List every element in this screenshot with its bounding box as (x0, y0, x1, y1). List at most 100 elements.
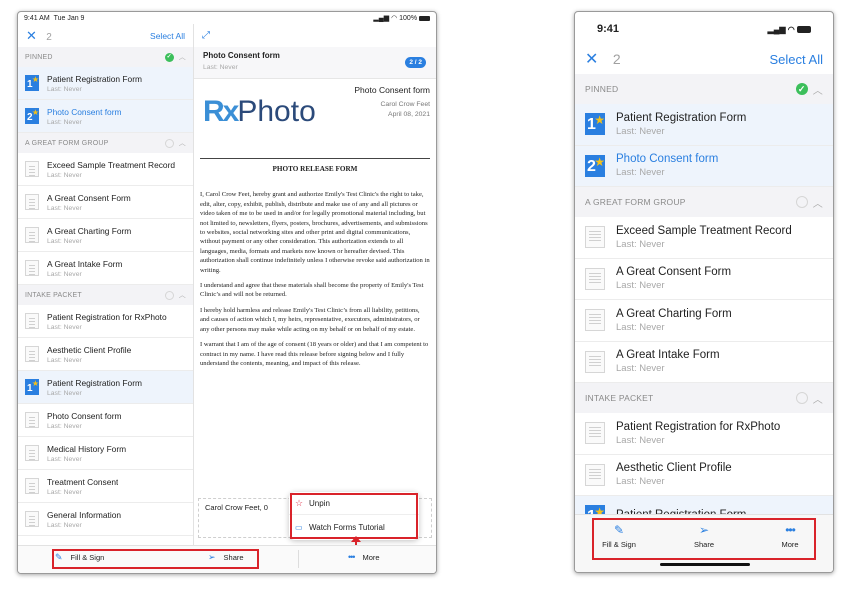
item-title: A Great Intake Form (616, 349, 720, 362)
star-icon: ★ (594, 113, 605, 128)
list-item[interactable]: Patient Registration for RxPhoto Last: Ne… (575, 413, 833, 455)
item-text: A Great Charting Form Last: Never (616, 308, 732, 333)
list-item[interactable]: A Great Consent Form Last: Never (18, 186, 193, 219)
list-item[interactable]: 1★Patient Registration Form (575, 496, 833, 516)
detail-title: Photo Consent form (203, 51, 280, 60)
item-subtitle: Last: Never (47, 118, 82, 126)
item-subtitle: Last: Never (616, 434, 665, 446)
select-circle-icon[interactable] (164, 290, 174, 300)
menu-highlight (290, 493, 418, 539)
form-list: PINNED ✓ ︿ 1 ★ Patient Registration Form Last:… (575, 74, 833, 516)
list-item[interactable]: Patient Registration for RxPhoto Last: Ne… (18, 305, 193, 338)
document-icon (585, 463, 605, 486)
list-item[interactable]: General Information Last: Never (18, 503, 193, 536)
list-item[interactable]: Exceed Sample Treatment Record Last: Neve… (575, 217, 833, 259)
item-text: Exceed Sample Treatment Record Last: Neve… (616, 225, 792, 250)
arrow-head-icon (351, 536, 361, 542)
document-icon (25, 194, 39, 210)
chevron-up-icon[interactable]: ︿ (813, 391, 823, 406)
list-item[interactable]: Photo Consent form Last: Never (18, 404, 193, 437)
chevron-up-icon[interactable]: ︿ (179, 138, 186, 148)
section-title: PINNED (585, 84, 619, 94)
list-item[interactable]: Aesthetic Client Profile Last: Never (575, 455, 833, 496)
section-header: PINNED ✓ ︿ (18, 47, 193, 67)
item-title: A Great Intake Form (47, 258, 123, 269)
select-all-button[interactable]: Select All (770, 52, 823, 67)
detail-toolbar: ⤢ (194, 24, 436, 47)
list-item[interactable]: 1 ★ Patient Registration Form Last: Never (18, 67, 193, 100)
iphone-screen: 9:41 ▂▄▆ ◠ ✕ 2 Select All PINNED ✓ ︿ 1 ★ Pati… (574, 11, 834, 573)
form-selected-icon: 1★ (25, 379, 39, 395)
ipad-screen: 9:41 AM Tue Jan 9 ▂▄▆ ◠ 100% ✕ 2 Select … (17, 11, 437, 574)
list-item[interactable]: Exceed Sample Treatment Record Last: Neve… (18, 153, 193, 186)
page-badge: 2 / 2 (405, 57, 426, 68)
more-button[interactable]: ••• More (348, 552, 380, 562)
list-item[interactable]: 2 ★ Photo Consent form Last: Never (575, 145, 833, 187)
item-text: Patient Registration for RxPhoto Last: Ne… (616, 421, 780, 446)
list-item[interactable]: A Great Intake Form Last: Never (18, 252, 193, 285)
item-text: Aesthetic Client Profile Last: Never (616, 462, 732, 487)
close-icon[interactable]: ✕ (26, 28, 37, 43)
item-subtitle: Last: Never (47, 422, 82, 430)
document-icon (585, 226, 605, 249)
item-subtitle: Last: Never (616, 476, 665, 488)
item-title: A Great Consent Form (47, 192, 131, 203)
list-item[interactable]: Aesthetic Client Profile Last: Never (18, 338, 193, 371)
chevron-up-icon[interactable]: ︿ (179, 52, 186, 62)
chevron-up-icon[interactable]: ︿ (813, 195, 823, 210)
select-circle-icon[interactable] (795, 392, 808, 404)
item-subtitle: Last: Never (47, 270, 82, 278)
list-item[interactable]: A Great Charting Form Last: Never (575, 300, 833, 342)
document-icon (25, 260, 39, 276)
selected-count: 2 (612, 51, 621, 67)
item-title: Aesthetic Client Profile (47, 344, 132, 355)
close-icon[interactable]: ✕ (585, 51, 598, 68)
list-item[interactable]: A Great Charting Form Last: Never (18, 219, 193, 252)
document-icon (585, 422, 605, 445)
list-item[interactable]: Medical History Form Last: Never (18, 437, 193, 470)
detail-header: Photo Consent form Last: Never 2 / 2 (194, 47, 436, 79)
section-controls: ︿ (795, 391, 823, 406)
item-text: Aesthetic Client Profile Last: Never (47, 345, 131, 364)
item-subtitle: Last: Never (616, 363, 665, 375)
list-header: ✕ 2 Select All (18, 24, 193, 47)
document-icon (25, 161, 39, 177)
chevron-up-icon[interactable]: ︿ (179, 290, 186, 300)
list-item[interactable]: A Great Intake Form Last: Never (575, 342, 833, 383)
document-icon (25, 346, 39, 362)
select-all-button[interactable]: Select All (150, 31, 185, 41)
list-item[interactable]: A Great Consent Form Last: Never (575, 259, 833, 300)
section-title: A GREAT FORM GROUP (585, 197, 686, 207)
document-icon (25, 227, 39, 243)
section-header: PINNED ✓ ︿ (575, 74, 833, 104)
item-title: Exceed Sample Treatment Record (616, 224, 792, 237)
status-time: 9:41 AM Tue Jan 9 (24, 14, 85, 22)
item-text: Photo Consent form Last: Never (47, 107, 121, 126)
status-time: 9:41 (597, 23, 620, 35)
star-icon: ★ (31, 75, 39, 84)
expand-icon[interactable]: ⤢ (202, 30, 210, 41)
form-selected-icon: 2 ★ (585, 154, 605, 177)
item-text: A Great Consent Form Last: Never (616, 266, 731, 291)
select-circle-icon[interactable] (795, 196, 808, 208)
list-item[interactable]: 1 ★ Patient Registration Form Last: Never (18, 371, 193, 404)
form-selected-icon: 1★ (25, 75, 39, 91)
item-text: A Great Charting Form Last: Never (47, 226, 131, 245)
list-item[interactable]: 1 ★ Patient Registration Form Last: Never (575, 104, 833, 146)
item-title: Patient Registration for RxPhoto (47, 311, 167, 322)
item-title: Patient Registration for RxPhoto (616, 420, 781, 433)
select-circle-icon[interactable] (164, 138, 174, 148)
list-item[interactable]: 2 ★ Photo Consent form Last: Never (18, 100, 193, 133)
chevron-up-icon[interactable]: ︿ (813, 82, 823, 97)
checkmark-icon[interactable]: ✓ (164, 52, 174, 62)
section-header: INTAKE PACKET ︿ (18, 285, 193, 305)
release-heading: PHOTO RELEASE FORM (272, 165, 358, 173)
list-header: ✕ 2 Select All (575, 46, 833, 72)
list-item[interactable]: Treatment Consent Last: Never (18, 470, 193, 503)
star-icon: ★ (594, 154, 605, 169)
item-subtitle: Last: Never (47, 85, 82, 93)
item-subtitle: Last: Never (47, 323, 82, 331)
item-title: Photo Consent form (47, 106, 122, 117)
checkmark-icon[interactable]: ✓ (795, 83, 808, 95)
document-icon (25, 412, 39, 428)
